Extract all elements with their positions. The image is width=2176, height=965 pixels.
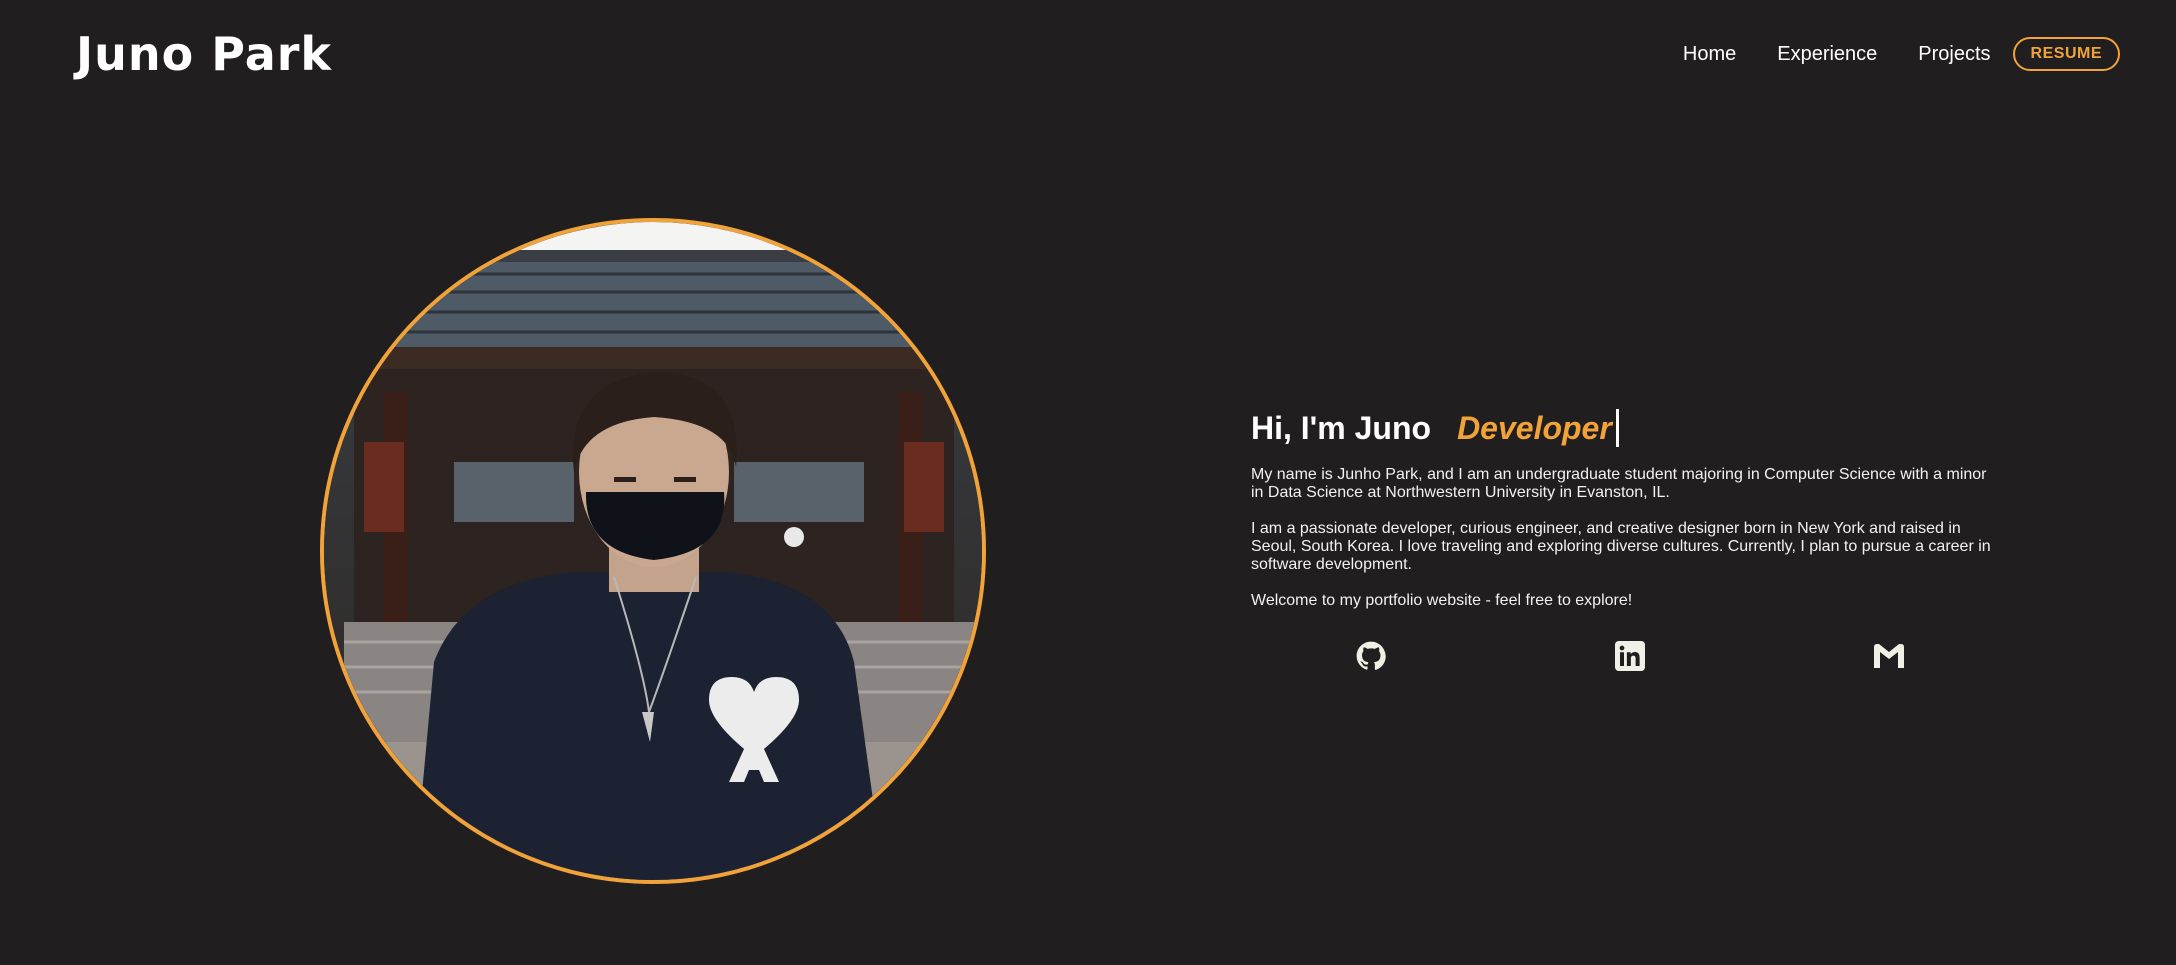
social-links <box>1251 638 2003 678</box>
linkedin-icon[interactable] <box>1612 638 1648 674</box>
site-logo[interactable]: Juno Park <box>76 26 332 82</box>
gmail-icon[interactable] <box>1871 638 1907 674</box>
intro-section: Hi, I'm Juno Developer My name is Junho … <box>1251 404 2003 678</box>
typed-role: Developer <box>1457 410 1612 446</box>
github-icon[interactable] <box>1353 638 1389 674</box>
site-header: Juno Park Home Experience Projects RESUM… <box>0 0 2176 110</box>
intro-paragraph-1: My name is Junho Park, and I am an under… <box>1251 466 1987 501</box>
nav-experience[interactable]: Experience <box>1777 43 1877 66</box>
intro-paragraph-2: I am a passionate developer, curious eng… <box>1251 520 1991 573</box>
profile-photo <box>320 218 986 884</box>
nav-projects[interactable]: Projects <box>1918 43 1990 66</box>
main-nav: Home Experience Projects RESUME <box>1642 36 2120 72</box>
resume-button[interactable]: RESUME <box>2012 37 2120 71</box>
typing-cursor <box>1615 409 1619 447</box>
nav-home[interactable]: Home <box>1683 43 1736 66</box>
intro-paragraph-3: Welcome to my portfolio website - feel f… <box>1251 592 1633 609</box>
greeting-text: Hi, I'm Juno <box>1251 410 1432 446</box>
greeting-heading: Hi, I'm Juno Developer <box>1251 404 2003 452</box>
